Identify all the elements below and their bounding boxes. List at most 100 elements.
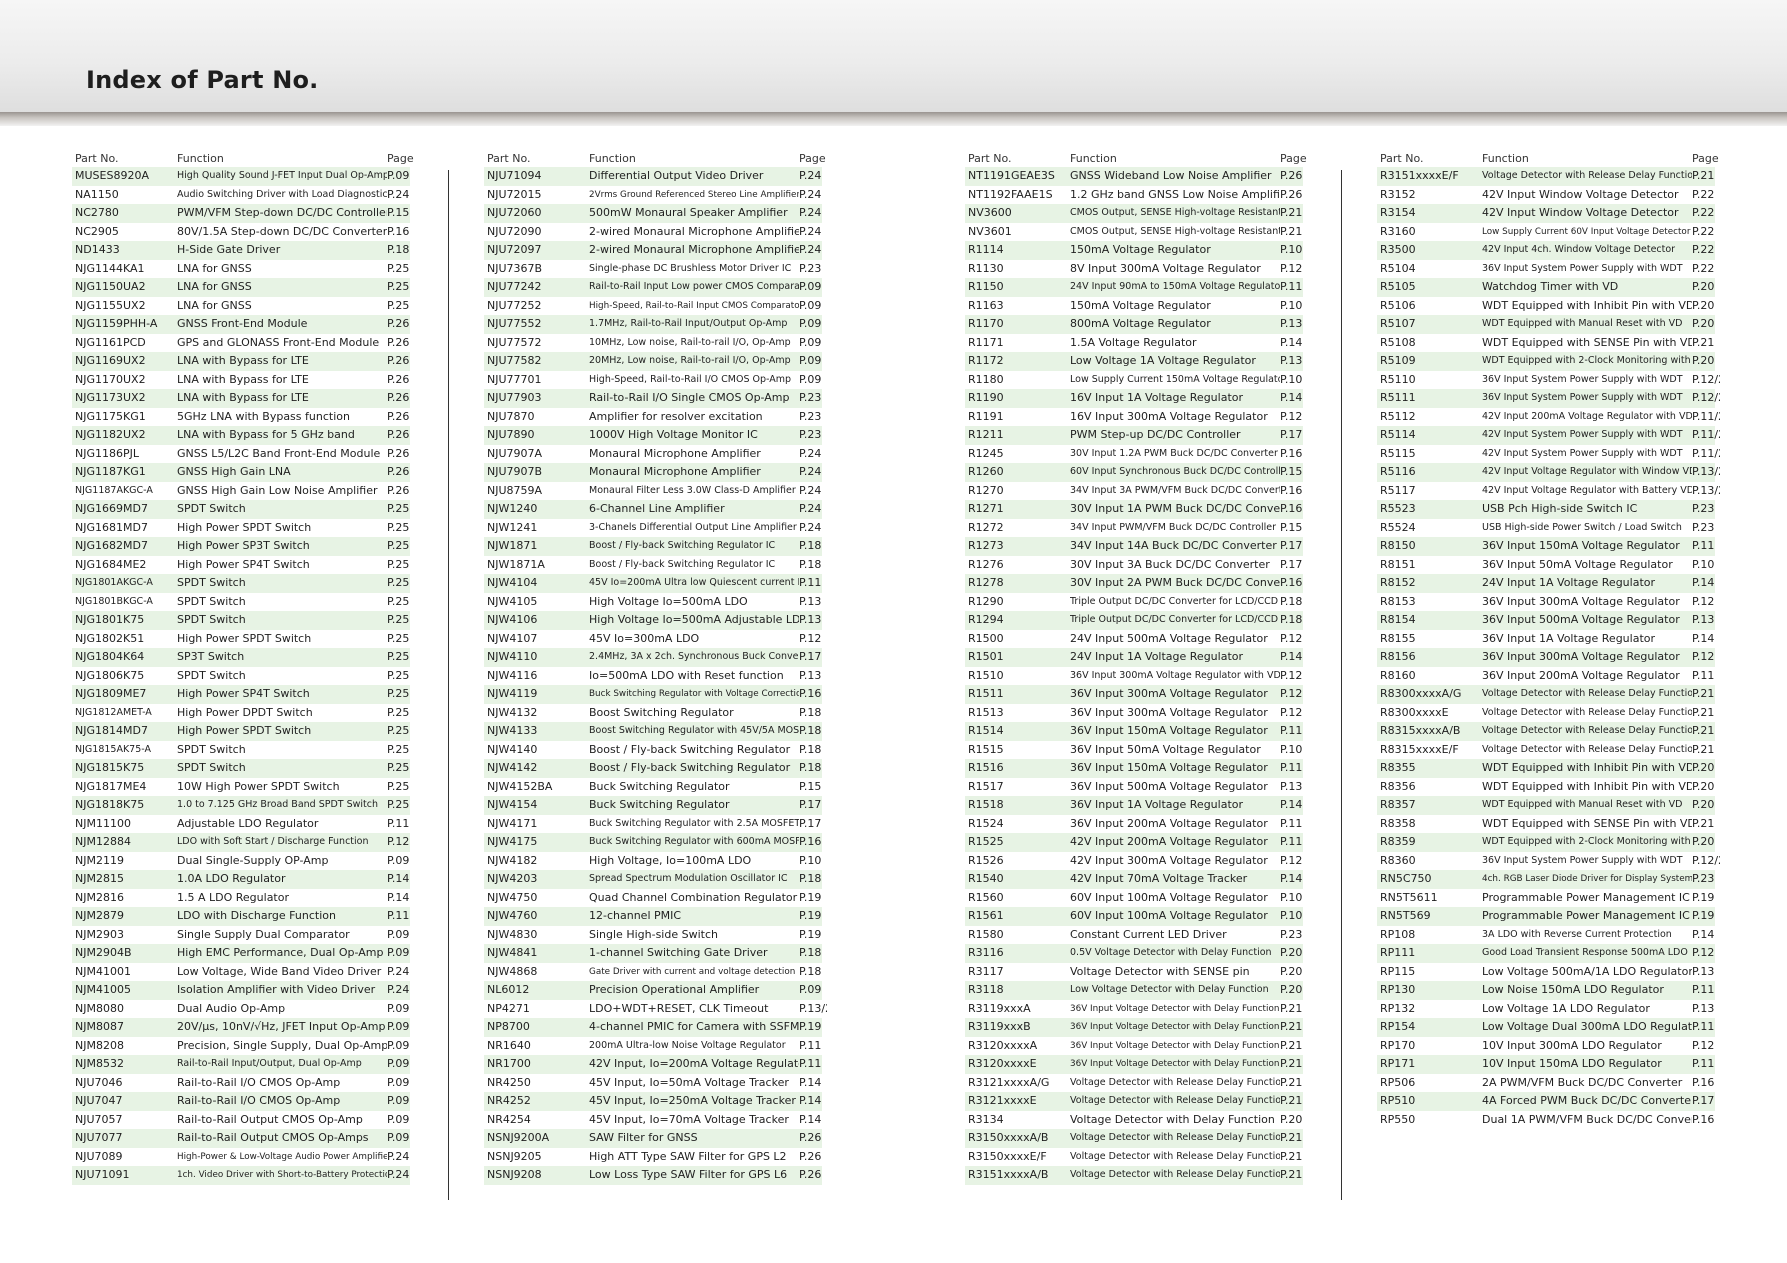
page-ref: P.25 (387, 742, 410, 756)
table-row: R8160 36V Input 200mA Voltage Regulator P.… (1377, 667, 1715, 686)
part-number: R5117 (1380, 483, 1416, 497)
function-text: Voltage Detector with Release Delay Func… (1070, 1169, 1280, 1180)
page-ref: P.16 (1692, 1075, 1715, 1089)
function-text: 34V Input 14A Buck DC/DC Converter (1070, 539, 1277, 552)
function-text: Single High-side Switch (589, 927, 718, 941)
part-number: R1580 (968, 927, 1004, 941)
header-page: Page (799, 152, 826, 165)
function-text: LDO+WDT+RESET, CLK Timeout (589, 1001, 769, 1015)
table-row: NR4254 45V Input, Io=70mA Voltage Tracker… (484, 1111, 822, 1130)
page-ref: P.26 (387, 372, 410, 386)
part-number: NJG1814MD7 (75, 724, 148, 737)
function-text: 1.7MHz, Rail-to-Rail Input/Output Op-Amp (589, 318, 788, 329)
function-text: Monaural Microphone Amplifier (589, 446, 761, 460)
part-number: NV3600 (968, 206, 1012, 219)
function-text: Triple Output DC/DC Converter for LCD/CC… (1070, 614, 1279, 625)
table-row: NT1192FAAE1S 1.2 GHz band GNSS Low Noise … (965, 186, 1303, 205)
function-text: 1-channel Switching Gate Driver (589, 946, 768, 959)
part-number: ND1433 (75, 243, 120, 256)
table-row: R8300xxxxE Voltage Detector with Release … (1377, 704, 1715, 723)
part-number: NC2780 (75, 206, 119, 219)
header-function: Function (589, 152, 636, 165)
table-row: NJU77242 Rail-to-Rail Input Low power CMO… (484, 278, 822, 297)
part-number: R5116 (1380, 465, 1416, 478)
part-number: R5523 (1380, 502, 1416, 515)
function-text: Voltage Detector with Release Delay Func… (1482, 688, 1692, 699)
table-row: NJM41001 Low Voltage, Wide Band Video Dri… (72, 963, 410, 982)
table-row: R1260 60V Input Synchronous Buck DC/DC Co… (965, 463, 1303, 482)
part-number: RP506 (1380, 1075, 1416, 1089)
table-row: NJG1801AKGC-A SPDT Switch P.25 (72, 574, 410, 593)
page-ref: P.25 (387, 613, 410, 626)
page-ref: P.26 (387, 354, 410, 367)
function-text: Low Supply Current 60V Input Voltage Det… (1482, 226, 1691, 237)
page-ref: P.16 (1280, 502, 1303, 515)
table-row: R1171 1.5A Voltage Regulator P.14 (965, 334, 1303, 353)
page-ref: P.09 (387, 1020, 410, 1033)
part-number: NJG1801AKGC-A (75, 577, 153, 588)
page-ref: P.16 (1280, 446, 1303, 460)
page-ref: P.25 (387, 761, 410, 774)
function-text: Precision Operational Amplifier (589, 983, 760, 996)
function-text: Spread Spectrum Modulation Oscillator IC (589, 873, 788, 884)
function-text: 10V Input 300mA LDO Regulator (1482, 1038, 1662, 1052)
page-ref: P.21 (1280, 1020, 1303, 1033)
page-ref: P.10 (1280, 890, 1303, 904)
table-header: Part No. Function Page (484, 150, 826, 167)
table-row: R3152 42V Input Window Voltage Detector P.… (1377, 186, 1715, 205)
part-number: R1515 (968, 742, 1004, 756)
table-row: NJW4152BA Buck Switching Regulator P.15 (484, 778, 822, 797)
page-ref: P.19 (1692, 890, 1715, 904)
table-row: R1524 36V Input 200mA Voltage Regulator P.… (965, 815, 1303, 834)
part-number: NJU77582 (487, 354, 542, 367)
function-text: 36V Input 300mA Voltage Regulator (1070, 687, 1268, 700)
function-text: 36V Input 1A Voltage Regulator (1482, 631, 1656, 645)
part-number: NJG1817ME4 (75, 779, 147, 793)
function-text: LNA with Bypass for 5 GHz band (177, 428, 355, 441)
function-text: Constant Current LED Driver (1070, 927, 1227, 941)
table-row: RP506 2A PWM/VFM Buck DC/DC Converter P.16 (1377, 1074, 1715, 1093)
function-text: 36V Input 1A Voltage Regulator (1070, 798, 1244, 811)
table-row: NR4252 45V Input, Io=250mA Voltage Tracke… (484, 1092, 822, 1111)
table-row: R1526 42V Input 300mA Voltage Regulator P.… (965, 852, 1303, 871)
page-ref: P.26 (799, 1168, 822, 1181)
page-ref: P.10 (1280, 909, 1303, 922)
page-ref: P.09 (799, 317, 822, 330)
table-row: NP4271 LDO+WDT+RESET, CLK Timeout P.13/22 (484, 1000, 827, 1019)
table-row: NJU7089 High-Power & Low-Voltage Audio Po… (72, 1148, 410, 1167)
function-text: 36V Input Voltage Detector with Delay Fu… (1070, 1022, 1280, 1032)
function-text: 60V Input Synchronous Buck DC/DC Control… (1070, 466, 1280, 477)
part-number: R3121xxxxA/G (968, 1075, 1050, 1089)
function-text: Boost / Fly-back Switching Regulator IC (589, 558, 776, 570)
part-number: NJM41005 (75, 983, 131, 996)
part-number: NJU7046 (75, 1075, 123, 1089)
table-row: RP132 Low Voltage 1A LDO Regulator P.13 (1377, 1000, 1715, 1019)
table-row: R3120xxxxA 36V Input Voltage Detector wit… (965, 1037, 1303, 1056)
part-number: R1171 (968, 335, 1004, 349)
function-text: High Quality Sound J-FET Input Dual Op-A… (177, 170, 387, 181)
page-ref: P.24 (799, 169, 822, 182)
table-row: R8151 36V Input 50mA Voltage Regulator P.1… (1377, 556, 1715, 575)
page-ref: P.21 (1280, 1149, 1303, 1163)
function-text: Rail-to-Rail Output CMOS Op-Amps (177, 1131, 369, 1144)
page-ref: P.20 (1280, 964, 1303, 978)
part-number: R1245 (968, 446, 1004, 460)
page-ref: P.13 (1280, 779, 1303, 793)
part-number: NJG1186PJL (75, 446, 139, 460)
function-text: Low Noise 150mA LDO Regulator (1482, 983, 1664, 996)
table-header: Part No. Function Page (72, 150, 414, 167)
part-number: NJG1806K75 (75, 668, 145, 682)
function-text: GNSS L5/L2C Band Front-End Module (177, 446, 381, 460)
function-text: 2-wired Monaural Microphone Amplifier (589, 243, 799, 256)
function-text: 36V Input 50mA Voltage Regulator (1482, 557, 1673, 571)
part-number: R3151xxxxE/F (1380, 169, 1459, 182)
table-row: NJU7907A Monaural Microphone Amplifier P.2… (484, 445, 822, 464)
function-text: 10MHz, Low noise, Rail-to-rail I/O, Op-A… (589, 336, 791, 348)
function-text: PWM/VFM Step-down DC/DC Controller (177, 206, 387, 219)
table-row: R1561 60V Input 100mA Voltage Regulator P.… (965, 907, 1303, 926)
table-row: R1150 24V Input 90mA to 150mA Voltage Reg… (965, 278, 1303, 297)
page-ref: P.25 (387, 298, 410, 312)
page-ref: P.24 (799, 243, 822, 256)
part-number: NJG1173UX2 (75, 391, 146, 404)
function-text: CMOS Output, SENSE High-voltage Resistan… (1070, 207, 1280, 218)
